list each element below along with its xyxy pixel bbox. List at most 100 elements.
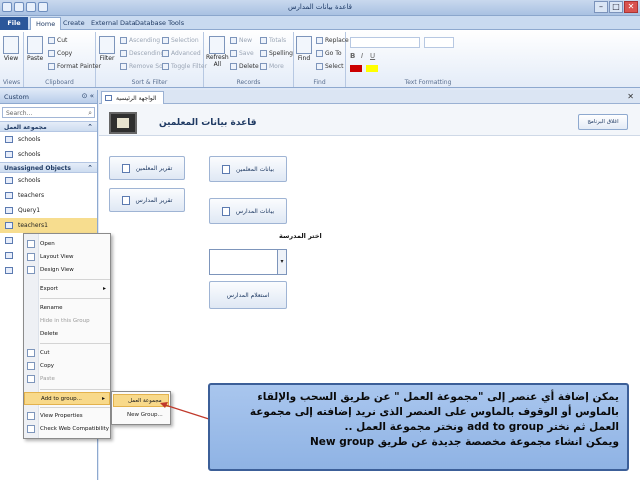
menu-item-rename[interactable]: Rename: [24, 302, 110, 315]
menu-item-view-properties[interactable]: View Properties: [24, 410, 110, 423]
nav-search-input[interactable]: Search... ⌕: [2, 107, 95, 118]
replace-button[interactable]: Replace: [316, 37, 349, 44]
paste-label: Paste: [27, 55, 44, 62]
tab-file[interactable]: File: [0, 17, 28, 30]
close-button[interactable]: ✕: [624, 1, 638, 13]
menu-item-label: Delete: [40, 331, 59, 337]
menu-separator: [40, 279, 110, 280]
refresh-all-button[interactable]: Refresh All: [206, 36, 229, 68]
add-to-group-submenu: مجموعة العمل New Group...: [111, 391, 171, 425]
menu-item-label: View Properties: [40, 413, 83, 419]
new-record-button[interactable]: New: [230, 37, 252, 44]
exit-program-button[interactable]: اغلاق البرنامج: [578, 114, 628, 130]
school-combo-box[interactable]: ▾: [209, 249, 287, 275]
properties-icon: [27, 412, 35, 420]
nav-header[interactable]: Custom ⊙ «: [0, 90, 97, 104]
underline-button[interactable]: U: [370, 52, 375, 60]
menu-item-add-to-group[interactable]: Add to group... ▸: [24, 392, 110, 405]
menu-item-label: Add to group...: [41, 396, 82, 402]
menu-item-export[interactable]: Export ▸: [24, 283, 110, 296]
menu-item-delete[interactable]: Delete: [24, 328, 110, 341]
replace-icon: [316, 37, 323, 44]
tab-database-tools[interactable]: Database Tools: [130, 17, 189, 30]
select-button[interactable]: Select: [316, 63, 344, 70]
paste-button[interactable]: Paste: [27, 36, 43, 62]
nav-item-teachers1[interactable]: teachers1: [0, 218, 97, 233]
nav-item-query1[interactable]: Query1: [0, 203, 97, 218]
spelling-button[interactable]: Spelling: [260, 50, 293, 57]
open-icon: [27, 240, 35, 248]
refresh-icon: [209, 36, 226, 54]
selection-button[interactable]: Selection: [162, 37, 199, 44]
tab-main-form[interactable]: الواجهة الرئيسية: [101, 91, 164, 104]
nav-item-teachers[interactable]: teachers: [0, 188, 97, 203]
nav-item-schools-table[interactable]: schools: [0, 132, 97, 147]
find-button[interactable]: Find: [296, 36, 312, 62]
arrow-right-icon: [316, 50, 323, 57]
form-icon: [221, 206, 230, 216]
more-button[interactable]: More: [260, 63, 284, 70]
menu-item-layout-view[interactable]: Layout View: [24, 251, 110, 264]
cut-button[interactable]: Cut: [48, 37, 67, 44]
teachers-report-button[interactable]: تقرير المعلمين: [109, 156, 185, 180]
form-title: قاعدة بيانات المعلمين: [159, 118, 257, 128]
ascending-button[interactable]: Ascending: [120, 37, 160, 44]
font-color-icon[interactable]: [350, 65, 362, 72]
menu-item-label: Design View: [40, 267, 74, 273]
school-logo-image: [109, 112, 137, 134]
toggle-filter-button[interactable]: Toggle Filter: [162, 63, 207, 70]
menu-item-open[interactable]: Open: [24, 238, 110, 251]
nav-header-label: Custom: [4, 93, 29, 101]
form-icon: [5, 222, 13, 229]
callout-line-4: ويمكن انشاء مجموعة مخصصة جديدة عن طريق N…: [309, 436, 619, 448]
font-size-select[interactable]: [424, 37, 454, 48]
nav-item-schools[interactable]: schools: [0, 173, 97, 188]
menu-item-design-view[interactable]: Design View: [24, 264, 110, 277]
menu-item-label: Export: [40, 286, 59, 292]
go-to-label: Go To: [325, 50, 342, 57]
schools-data-button[interactable]: بيانات المدارس: [209, 198, 287, 224]
remove-sort-button[interactable]: Remove Sort: [120, 63, 168, 70]
teachers-data-button[interactable]: بيانات المعلمين: [209, 156, 287, 182]
spelling-label: Spelling: [269, 50, 293, 57]
nav-item-label: Query1: [18, 207, 41, 214]
schools-report-button[interactable]: تقرير المدارس: [109, 188, 185, 212]
format-painter-label: Format Painter: [57, 63, 102, 70]
school-query-button[interactable]: استعلام المدارس: [209, 281, 287, 309]
minimize-button[interactable]: –: [594, 1, 608, 13]
descending-button[interactable]: Descending: [120, 50, 164, 57]
more-icon: [260, 63, 267, 70]
menu-item-copy[interactable]: Copy: [24, 360, 110, 373]
submenu-arrow-icon: ▸: [102, 285, 106, 292]
save-record-button[interactable]: Save: [230, 50, 254, 57]
format-painter-button[interactable]: Format Painter: [48, 63, 101, 70]
nav-item-schools-table-2[interactable]: schools: [0, 147, 97, 162]
tab-home[interactable]: Home: [30, 17, 62, 30]
go-to-button[interactable]: Go To: [316, 50, 342, 57]
filter-button[interactable]: Filter: [99, 36, 115, 62]
nav-group-header-unassigned[interactable]: Unassigned Objects ⌃: [0, 162, 97, 173]
ascending-label: Ascending: [129, 37, 161, 44]
menu-item-check-web-compatibility[interactable]: Check Web Compatibility: [24, 423, 110, 436]
menu-item-cut[interactable]: Cut: [24, 347, 110, 360]
copy-button[interactable]: Copy: [48, 50, 72, 57]
bold-button[interactable]: B: [350, 52, 355, 60]
font-name-select[interactable]: [350, 37, 420, 48]
maximize-button[interactable]: □: [609, 1, 623, 13]
view-button[interactable]: View: [3, 36, 19, 62]
italic-button[interactable]: I: [361, 52, 363, 60]
form-header: قاعدة بيانات المعلمين اغلاق البرنامج: [99, 104, 640, 136]
advanced-button[interactable]: Advanced: [162, 50, 201, 57]
nav-group-header-work-group[interactable]: مجموعة العمل ⌃: [0, 121, 97, 132]
selection-icon: [162, 37, 169, 44]
submenu-item-new-group[interactable]: New Group...: [113, 409, 169, 422]
more-label: More: [269, 63, 284, 70]
nav-collapse-icon[interactable]: ⊙ «: [82, 92, 94, 100]
tab-create[interactable]: Create: [58, 17, 90, 30]
close-icon[interactable]: ✕: [627, 92, 634, 101]
highlight-color-icon[interactable]: [366, 65, 378, 72]
submenu-item-work-group[interactable]: مجموعة العمل: [113, 394, 169, 407]
dropdown-arrow-icon[interactable]: ▾: [277, 250, 286, 274]
totals-button[interactable]: Totals: [260, 37, 286, 44]
delete-button[interactable]: Delete: [230, 63, 259, 70]
